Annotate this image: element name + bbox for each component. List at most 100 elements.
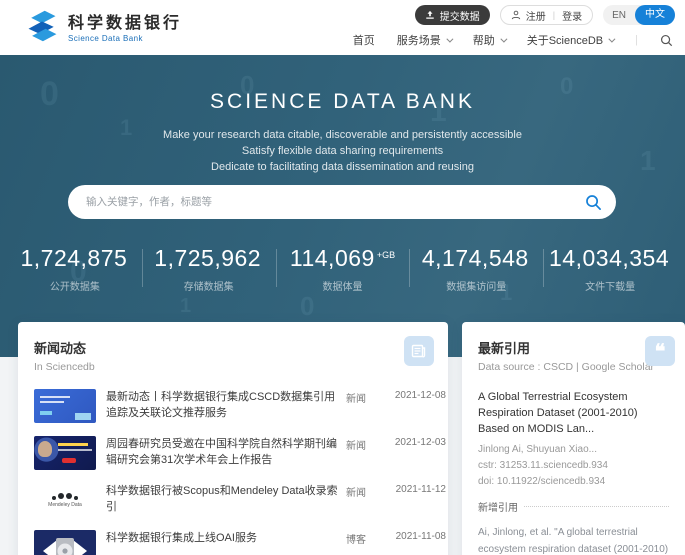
mendeley-thumb-label: Mendeley Data (48, 501, 82, 508)
binary-decoration: 1 (430, 95, 447, 128)
stat-value: 14,034,354 (549, 245, 670, 271)
stat-value: 1,724,875 (20, 245, 128, 271)
submit-data-label: 提交数据 (439, 11, 480, 23)
news-title[interactable]: 科学数据银行集成上线OAI服务 (106, 530, 338, 546)
news-tag: 新闻 (346, 394, 366, 405)
nav-help[interactable]: 帮助 (472, 32, 508, 48)
lang-zh-button[interactable]: 中文 (635, 5, 675, 25)
stat-label: 数据体量 (322, 282, 363, 293)
search-input[interactable] (86, 196, 585, 208)
dotted-divider (524, 506, 669, 507)
new-citation-header: 新增引用 (478, 499, 669, 514)
quote-icon: ❝ (645, 336, 675, 366)
user-icon (511, 10, 521, 20)
auth-pill: 注册 | 登录 (499, 5, 594, 25)
news-thumbnail-report (34, 436, 96, 470)
upload-icon (425, 10, 435, 20)
binary-decoration: 0 (240, 70, 255, 100)
nav-search-icon[interactable] (660, 34, 673, 47)
chevron-down-icon (608, 35, 616, 43)
binary-decoration: 0 (560, 73, 574, 100)
hero-subtitle: Make your research data citable, discove… (0, 127, 685, 175)
hero-title: SCIENCE DATA BANK (210, 90, 475, 113)
binary-decoration: 1 (640, 145, 656, 176)
binary-decoration: 0 (40, 75, 59, 113)
news-card-subtitle: In Sciencedb (34, 361, 95, 373)
citation-dataset-title[interactable]: A Global Terrestrial Ecosystem Respirati… (478, 389, 669, 437)
news-date: 2021-12-08 (394, 390, 446, 401)
chevron-down-icon (500, 35, 508, 43)
logo[interactable]: 科学数据银行 Science Data Bank (24, 8, 182, 44)
content-cards: 新闻动态 In Sciencedb 最新动态丨科学数据银行集成CSCD数据集引用… (18, 322, 685, 555)
news-thumbnail-cscd (34, 389, 96, 423)
stat-label: 存储数据集 (183, 282, 234, 293)
stat-open-datasets: 1,724,875 公开数据集 (8, 243, 142, 299)
binary-decoration: 1 (120, 115, 133, 140)
nav-services-label: 服务场景 (396, 35, 441, 47)
stat-label: 公开数据集 (49, 282, 100, 293)
sciencedb-homepage: 科学数据银行 Science Data Bank 提交数据 注册 | 登录 EN (0, 0, 685, 555)
news-row-1[interactable]: 最新动态丨科学数据银行集成CSCD数据集引用追踪及关联论文推荐服务 新闻 202… (34, 389, 446, 423)
header-actions: 提交数据 注册 | 登录 EN 中文 (414, 5, 675, 25)
news-tag: 新闻 (346, 488, 366, 499)
logo-title: 科学数据银行 (68, 15, 183, 32)
hero-subtitle-line-1: Make your research data citable, discove… (163, 129, 522, 141)
nav-about-label: 关于ScienceDB (526, 35, 604, 47)
news-row-3[interactable]: Mendeley Data 科学数据银行被Scopus和Mendeley Dat… (34, 483, 446, 517)
news-tag: 博客 (346, 535, 366, 546)
citations-card-subtitle: Data source : CSCD | Google Scholar (478, 361, 655, 373)
citations-card-title: 最新引用 (478, 341, 531, 356)
stat-value: 4,174,548 (421, 245, 529, 271)
news-row-4[interactable]: 科学数据银行集成上线OAI服务 博客 2021-11-08 (34, 530, 446, 555)
stat-value: 1,725,962 (154, 245, 262, 271)
logo-subtitle: Science Data Bank (68, 34, 143, 43)
citation-cstr: cstr: 31253.11.sciencedb.934 (478, 460, 608, 471)
stat-data-volume: 114,069 +GB 数据体量 (275, 243, 410, 299)
stats-row: 1,724,875 公开数据集 1,725,962 存储数据集 114,069 +… (8, 243, 677, 299)
header: 科学数据银行 Science Data Bank 提交数据 注册 | 登录 EN (0, 0, 685, 55)
citations-card: 最新引用 Data source : CSCD | Google Scholar… (462, 322, 685, 555)
news-tag: 新闻 (346, 441, 366, 452)
news-date: 2021-12-03 (394, 437, 446, 448)
news-thumbnail-mendeley: Mendeley Data (34, 483, 96, 517)
news-date: 2021-11-08 (395, 531, 446, 542)
search-icon[interactable] (585, 194, 602, 211)
news-title[interactable]: 科学数据银行被Scopus和Mendeley Data收录索引 (106, 483, 338, 515)
nav-about[interactable]: 关于ScienceDB (526, 32, 616, 48)
citation-authors: Jinlong Ai, Shuyuan Xiao... (478, 444, 597, 455)
hero-subtitle-line-2: Satisfy flexible data sharing requiremen… (241, 145, 444, 157)
stat-dataset-visits: 4,174,548 数据集访问量 (409, 243, 543, 299)
nav-help-label: 帮助 (472, 35, 495, 47)
language-toggle: EN 中文 (603, 5, 675, 25)
auth-divider: | (552, 10, 556, 20)
sciencedb-logo-icon (24, 8, 60, 44)
news-date: 2021-11-12 (395, 484, 446, 495)
news-card-title: 新闻动态 (34, 341, 87, 356)
news-list: 最新动态丨科学数据银行集成CSCD数据集引用追踪及关联论文推荐服务 新闻 202… (34, 389, 446, 555)
login-link[interactable]: 登录 (562, 8, 582, 23)
news-thumbnail-oai (34, 530, 96, 555)
submit-data-button[interactable]: 提交数据 (414, 5, 490, 25)
hero-banner: 0 1 0 1 0 1 0 0 1 1 SCIENCE DATA BANK Ma… (0, 55, 685, 357)
citation-reference-text: Ai, Jinlong, et al. "A global terrestria… (478, 527, 669, 555)
stat-value: 114,069 (289, 245, 375, 271)
lang-en-button[interactable]: EN (603, 10, 635, 21)
stat-label: 数据集访问量 (446, 282, 507, 293)
newspaper-icon (404, 336, 434, 366)
hero-subtitle-line-3: Dedicate to facilitating data disseminat… (211, 161, 474, 173)
news-title[interactable]: 最新动态丨科学数据银行集成CSCD数据集引用追踪及关联论文推荐服务 (106, 389, 338, 421)
hero-search-bar (68, 185, 616, 219)
logo-text: 科学数据银行 Science Data Bank (68, 9, 182, 43)
register-link[interactable]: 注册 (526, 8, 546, 23)
nav-services[interactable]: 服务场景 (396, 32, 454, 48)
citation-doi: doi: 10.11922/sciencedb.934 (478, 476, 606, 487)
nav-home[interactable]: 首页 (353, 32, 375, 48)
nav-divider: | (635, 34, 638, 46)
stat-suffix: +GB (376, 250, 396, 260)
chevron-down-icon (446, 35, 454, 43)
new-citation-label: 新增引用 (478, 503, 518, 514)
stat-file-downloads: 14,034,354 文件下载量 (543, 243, 677, 299)
news-row-2[interactable]: 周园春研究员受邀在中国科学院自然科学期刊编辑研究会第31次学术年会上作报告 新闻… (34, 436, 446, 470)
news-title[interactable]: 周园春研究员受邀在中国科学院自然科学期刊编辑研究会第31次学术年会上作报告 (106, 436, 338, 468)
main-nav: 首页 服务场景 帮助 关于ScienceDB | (353, 32, 673, 48)
